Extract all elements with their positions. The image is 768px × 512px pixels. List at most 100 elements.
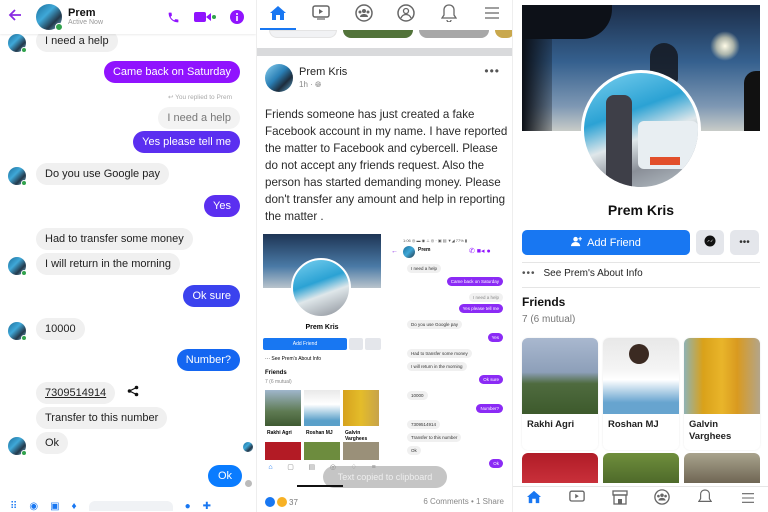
video-call-icon[interactable] (194, 11, 216, 23)
seen-avatar (243, 442, 253, 452)
info-icon[interactable] (230, 10, 244, 24)
home-indicator (297, 485, 343, 487)
nav-profile[interactable] (388, 0, 424, 30)
nav-groups[interactable] (647, 488, 677, 512)
message-out[interactable]: Yes (204, 195, 240, 217)
add-friend-button[interactable]: Add Friend (522, 230, 690, 255)
embedded-chat-message: Yes (487, 333, 503, 342)
apps-icon[interactable]: ⠿ (10, 501, 17, 512)
delivered-icon (245, 480, 252, 487)
globe-icon: 🌐︎ (315, 80, 322, 89)
about-info-link[interactable]: ••• See Prem's About Info (522, 268, 643, 279)
back-arrow-icon[interactable] (8, 8, 32, 27)
more-options-button[interactable]: ••• (730, 230, 759, 255)
profile-picture[interactable] (581, 70, 701, 190)
bell-icon (697, 489, 713, 510)
camera-icon[interactable]: ◉ (29, 501, 38, 512)
friend-card[interactable]: Galvin Varghees (684, 338, 760, 450)
embedded-chat-message: Yes please tell me (458, 304, 503, 313)
message-in[interactable]: 10000 (36, 318, 85, 340)
stories-strip[interactable] (257, 30, 512, 40)
contact-avatar[interactable] (36, 4, 63, 31)
emoji-icon[interactable]: ● (185, 501, 191, 512)
profile-icon (397, 3, 416, 27)
friend-card[interactable] (684, 453, 760, 483)
message-in[interactable]: Had to transfer some money (36, 228, 193, 250)
nav-notifications[interactable] (431, 0, 467, 30)
embedded-friend-name: Rakhi Agri (267, 430, 292, 436)
share-icon[interactable] (127, 384, 139, 402)
phone-number-message[interactable]: 7309514914 (36, 382, 116, 404)
phone-call-icon[interactable] (167, 11, 180, 24)
embedded-chat-message: 10000 (407, 391, 428, 400)
bell-icon (440, 3, 458, 27)
comments-shares[interactable]: 6 Comments • 1 Share (423, 497, 504, 506)
message-out[interactable]: Ok (207, 465, 242, 487)
embedded-friends-count: 7 (6 mutual) (265, 379, 292, 385)
message-out[interactable]: Ok sure (183, 285, 240, 307)
message-in[interactable]: Transfer to this number (36, 407, 168, 429)
reactions-summary[interactable]: 37 (265, 497, 298, 507)
embedded-profile-name: Prem Kris (305, 324, 339, 331)
friend-card[interactable]: Roshan MJ (603, 338, 679, 450)
video-icon (312, 5, 330, 25)
contact-name: Prem (68, 7, 96, 20)
quoted-message[interactable]: I need a help (158, 107, 240, 129)
message-out[interactable]: Number? (176, 349, 240, 371)
friend-card[interactable] (522, 453, 598, 483)
embedded-chat-message: I need a help (468, 293, 503, 302)
messenger-icon (704, 234, 716, 252)
chat-header: Prem Active Now (0, 0, 256, 34)
embedded-add-friend: Add Friend (263, 338, 347, 350)
author-avatar[interactable] (265, 64, 293, 92)
home-icon (269, 5, 287, 26)
message-out[interactable]: Came back on Saturday (103, 61, 240, 83)
friend-name: Roshan MJ (608, 419, 659, 430)
friend-photo (684, 338, 760, 414)
message-button[interactable] (696, 230, 724, 255)
embedded-chat-screenshot: 1:06 ◎ ▬ ◉ ⊥ ◎ · ▣ ▤ ▼◢ 77% ▮ ← Prem ✆ ■… (387, 232, 509, 484)
embedded-profile-screenshot: Prem Kris Add Friend ··· See Prem's Abou… (261, 232, 383, 484)
embedded-friend-name: Galvin Varghees (345, 430, 368, 442)
friend-name: Galvin Varghees (689, 419, 732, 442)
gallery-icon[interactable]: ▣ (50, 501, 59, 512)
nav-menu[interactable] (474, 0, 510, 30)
post-options-button[interactable]: ••• (484, 64, 500, 78)
message-in[interactable]: I will return in the morning (36, 253, 180, 275)
groups-icon (654, 489, 671, 510)
embedded-chat-message: Transfer to this number (407, 433, 462, 442)
friend-card[interactable] (603, 453, 679, 483)
nav-notifications[interactable] (690, 488, 720, 512)
nav-home[interactable] (519, 488, 549, 512)
menu-icon (484, 6, 500, 25)
nav-home[interactable] (260, 0, 297, 30)
message-in[interactable]: Ok (36, 432, 69, 454)
divider (522, 287, 760, 288)
mic-icon[interactable]: ♦ (72, 501, 77, 512)
reaction-count: 37 (289, 497, 298, 507)
post-author[interactable]: Prem Kris (299, 66, 347, 78)
nav-menu[interactable] (733, 488, 763, 512)
message-in[interactable]: Do you use Google pay (36, 163, 169, 185)
message-out[interactable]: Yes please tell me (133, 131, 240, 153)
friend-card[interactable]: Rakhi Agri (522, 338, 598, 450)
post-image[interactable]: Prem Kris Add Friend ··· See Prem's Abou… (261, 232, 509, 484)
nav-groups[interactable] (346, 0, 382, 30)
composer-bar: ⠿ ◉ ▣ ♦ ● ✚ (0, 500, 256, 512)
nav-watch[interactable] (562, 488, 592, 512)
nav-watch[interactable] (303, 0, 339, 30)
embedded-chat-message: Ok (489, 459, 503, 468)
menu-icon (741, 491, 755, 509)
friends-count[interactable]: 7 (6 mutual) (522, 314, 575, 325)
bottom-nav-bar (513, 486, 768, 512)
messenger-panel: Prem Active Now I need a help Came back … (0, 0, 256, 512)
video-icon (569, 490, 585, 509)
embedded-friends-title: Friends (265, 370, 287, 376)
home-icon (526, 490, 542, 509)
like-icon[interactable]: ✚ (203, 501, 211, 512)
more-dots-icon: ••• (522, 268, 536, 279)
nav-marketplace[interactable] (605, 488, 635, 512)
embedded-chat-message: Ok (407, 446, 421, 455)
contact-avatar-small (8, 34, 27, 53)
message-input[interactable] (88, 501, 173, 511)
